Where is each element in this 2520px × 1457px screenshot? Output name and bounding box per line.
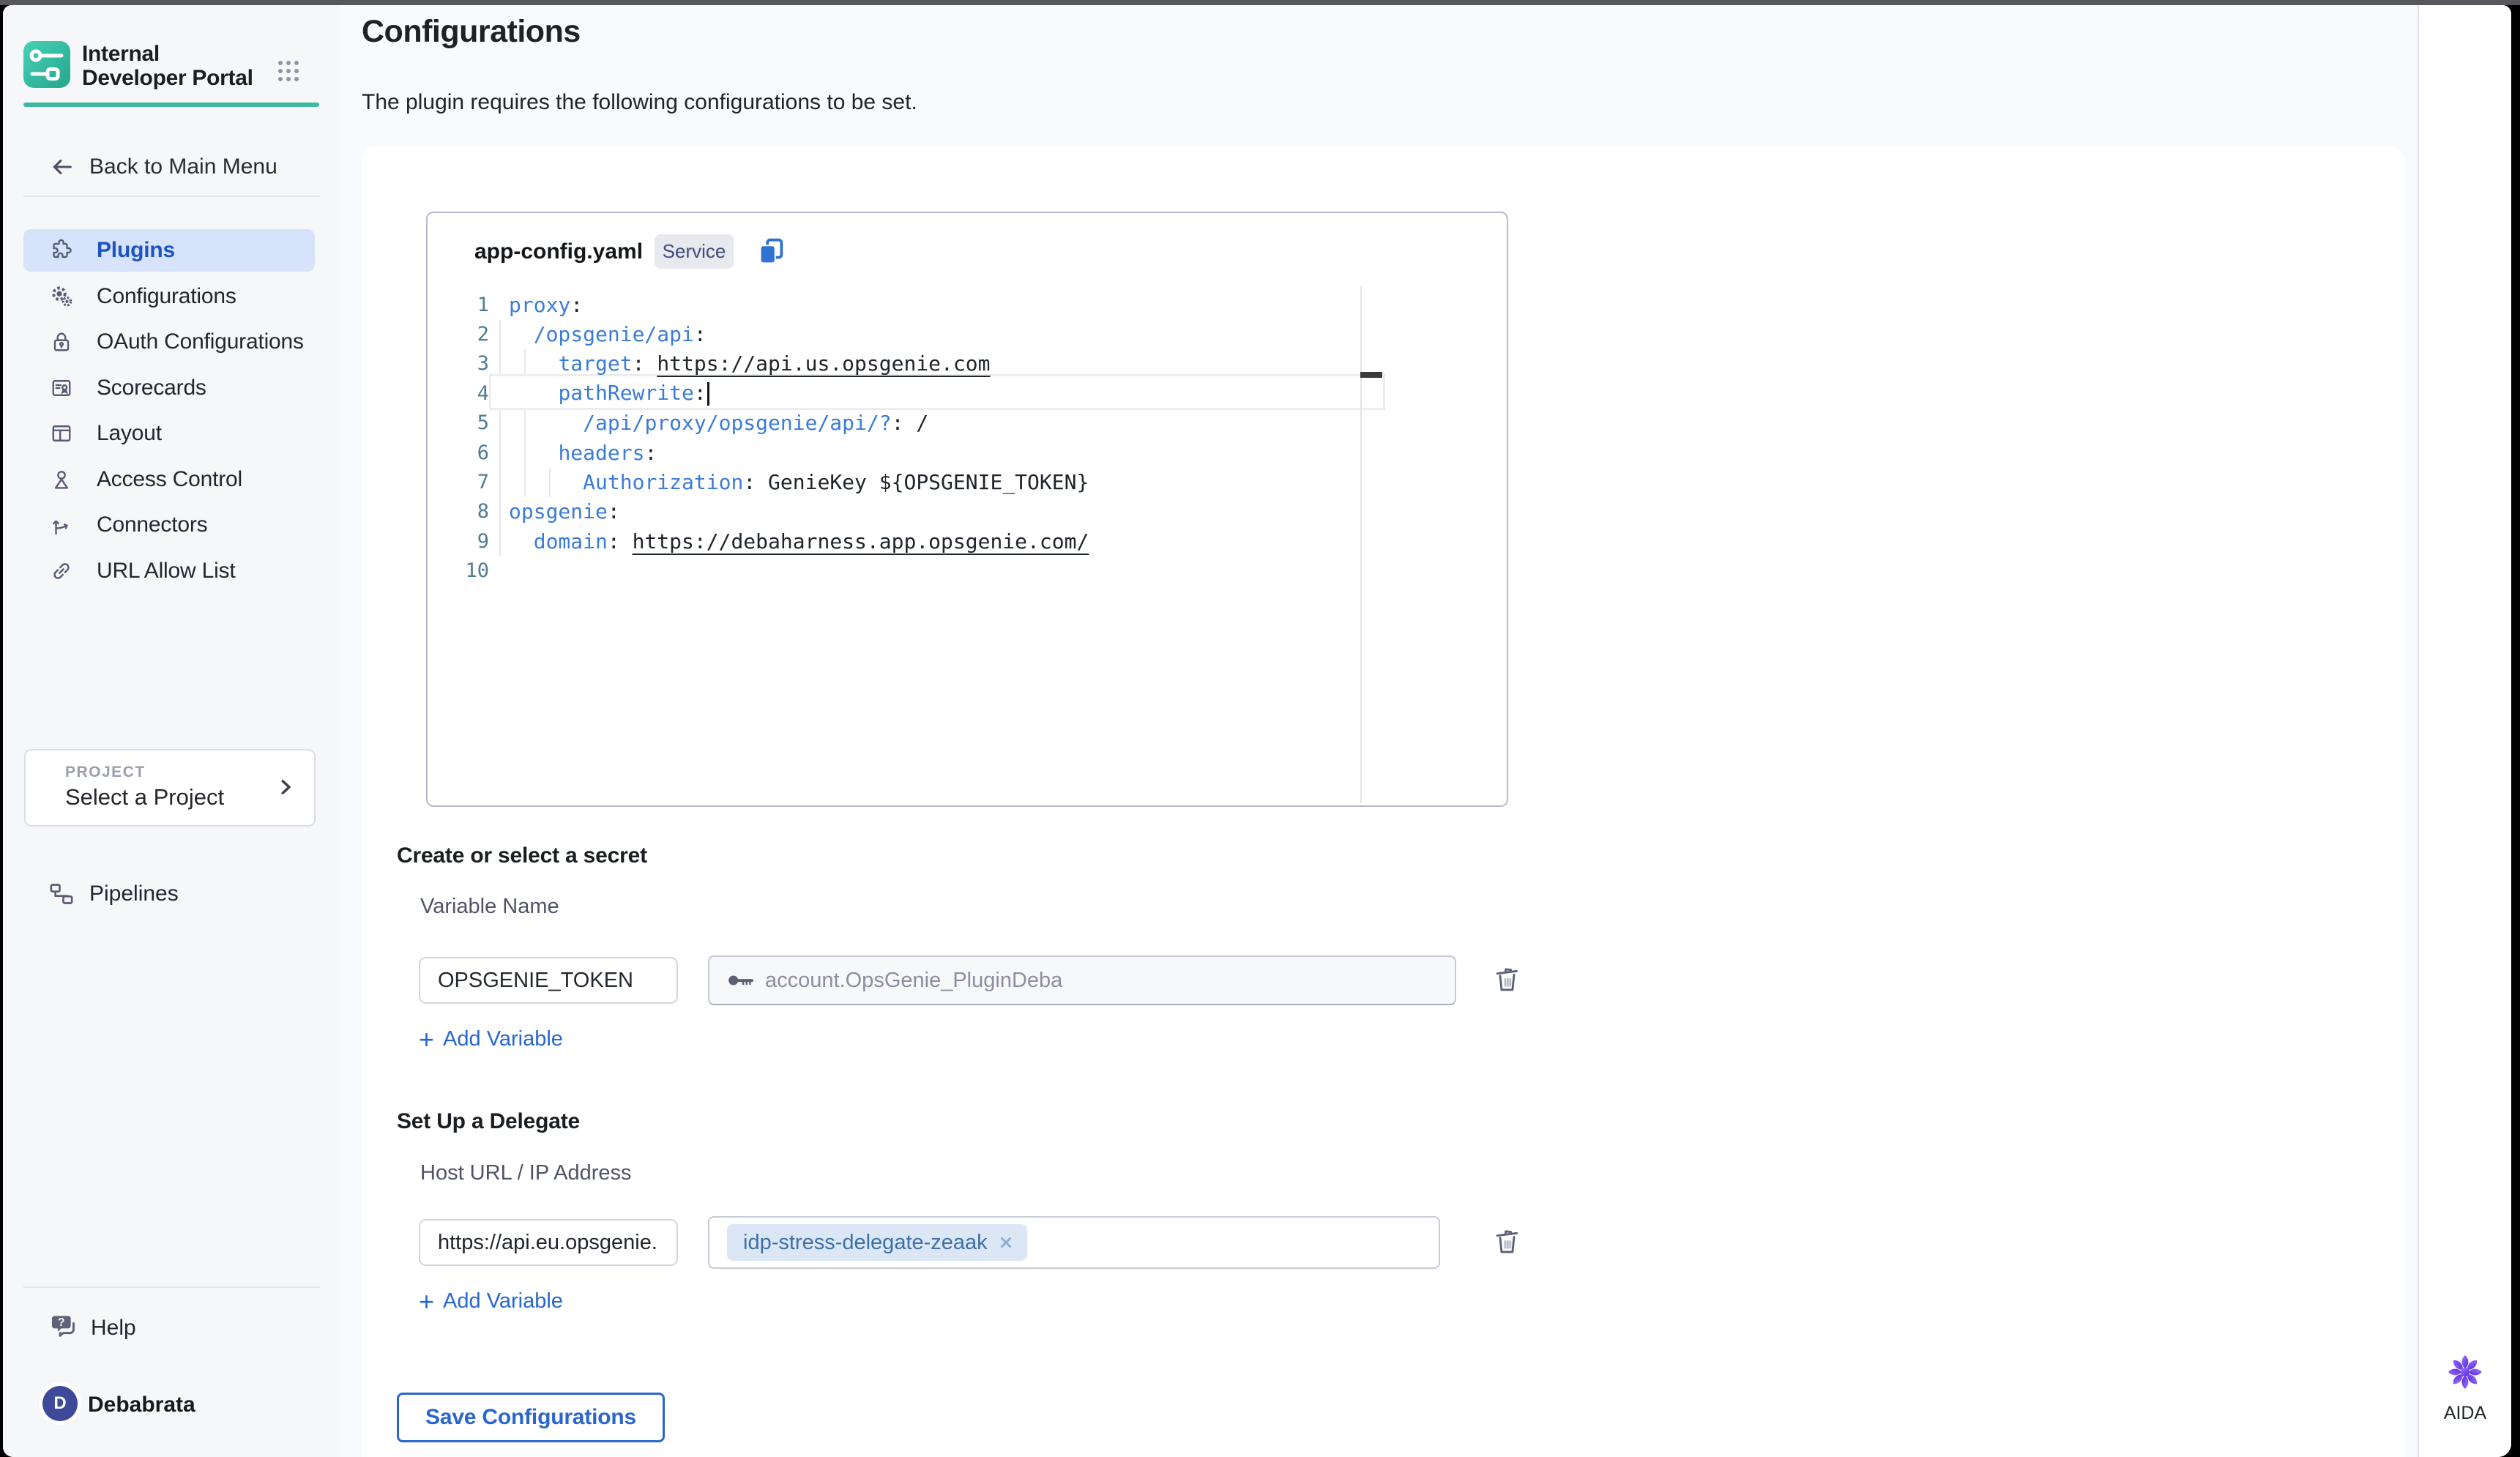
divider [23,1286,320,1288]
code-line[interactable]: 2 /opsgenie/api: [428,319,1357,349]
sidebar-item-pipelines[interactable]: Pipelines [3,875,340,913]
window-top-edge [0,0,2520,5]
delegate-section-heading: Set Up a Delegate [397,1109,580,1134]
variable-name-label: Variable Name [420,895,559,919]
secret-value: account.OpsGenie_PluginDeba [765,969,1062,993]
right-rail: AIDA [2418,5,2511,1457]
secret-select-field[interactable]: account.OpsGenie_PluginDeba [708,955,1456,1005]
scrollbar-thumb[interactable] [1360,372,1382,378]
plus-icon: + [419,1291,434,1313]
person-icon [48,466,75,493]
sidebar-item-connectors[interactable]: Connectors [23,504,315,546]
yaml-editor-card: app-config.yaml Service 1proxy:2 /opsgen… [426,212,1508,807]
project-label: PROJECT [65,764,146,781]
divider [23,195,320,197]
trash-icon[interactable] [1491,962,1524,996]
sidebar-item-label: Plugins [97,238,175,263]
plus-icon: + [419,1029,434,1051]
main-content: Configurations The plugin requires the f… [340,5,2422,1457]
code-lines[interactable]: 1proxy:2 /opsgenie/api:3 target: https:/… [428,290,1357,586]
sidebar-item-label: Scorecards [97,376,206,400]
avatar: D [42,1386,78,1421]
host-url-input[interactable] [419,1219,678,1266]
app-window: Internal Developer Portal Back to Main M… [3,5,2511,1457]
add-variable-label: Add Variable [443,1027,563,1051]
link-icon [48,558,75,584]
code-line[interactable]: 4 pathRewrite: [428,379,1357,408]
page-subtitle: The plugin requires the following config… [362,90,917,115]
sidebar-item-url-allow-list[interactable]: URL Allow List [23,550,315,592]
lock-icon [48,329,75,355]
aida-flower-icon [2445,1352,2485,1392]
sidebar-item-oauth-configurations[interactable]: OAuth Configurations [23,321,315,363]
help-chat-icon: ? [48,1310,81,1344]
sidebar-item-plugins[interactable]: Plugins [23,229,315,272]
sidebar-item-label: URL Allow List [97,559,236,584]
sidebar-item-label: Layout [97,421,162,446]
add-variable-button[interactable]: + Add Variable [419,1027,563,1051]
aida-button[interactable]: AIDA [2419,1352,2511,1424]
sidebar-item-scorecards[interactable]: Scorecards [23,367,315,409]
svg-text:?: ? [58,1316,65,1329]
scorecard-icon [48,375,75,401]
configurations-panel: app-config.yaml Service 1proxy:2 /opsgen… [362,146,2404,1457]
sidebar-item-label: Connectors [97,513,207,537]
project-selector[interactable]: PROJECT Select a Project [24,749,316,827]
code-line[interactable]: 3 target: https://api.us.opsgenie.com [428,349,1357,379]
code-line[interactable]: 8opsgenie: [428,497,1357,526]
add-variable-button[interactable]: + Add Variable [419,1289,563,1313]
sidebar: Internal Developer Portal Back to Main M… [3,5,340,1457]
sidebar-item-label: Configurations [97,284,236,309]
pipeline-icon [47,879,76,909]
sidebar-item-label: Access Control [97,467,242,492]
key-icon [727,968,756,993]
code-line[interactable]: 10 [428,556,1357,586]
close-icon[interactable] [998,1234,1014,1251]
code-line[interactable]: 5 /api/proxy/opsgenie/api/?: / [428,409,1357,438]
page-title: Configurations [362,14,581,50]
code-line[interactable]: 6 headers: [428,438,1357,467]
code-line[interactable]: 1proxy: [428,290,1357,319]
back-to-main-menu[interactable]: Back to Main Menu [3,149,340,185]
add-variable-label: Add Variable [443,1289,563,1313]
puzzle-icon [48,237,75,264]
project-value: Select a Project [65,784,224,811]
sidebar-item-configurations[interactable]: Configurations [23,275,315,318]
save-configurations-button[interactable]: Save Configurations [397,1393,665,1442]
chevron-right-icon [275,775,297,799]
service-badge: Service [655,234,734,269]
back-arrow-icon [48,154,76,179]
variable-name-input[interactable] [419,957,678,1004]
trash-icon[interactable] [1491,1224,1524,1258]
user-menu[interactable]: D Debabrata [3,1385,340,1428]
sidebar-item-layout[interactable]: Layout [23,412,315,455]
code-line[interactable]: 7 Authorization: GenieKey ${OPSGENIE_TOK… [428,467,1357,496]
help-label: Help [91,1316,136,1341]
code-line[interactable]: 9 domain: https://debaharness.app.opsgen… [428,526,1357,556]
apps-grid-icon[interactable] [275,58,302,84]
back-label: Back to Main Menu [89,154,277,179]
filename: app-config.yaml [474,239,643,264]
brand-title: Internal Developer Portal [82,42,265,90]
secret-section-heading: Create or select a secret [397,843,647,868]
app-logo-icon [23,41,70,88]
editor-scroll-divider [1360,286,1362,803]
copy-icon[interactable] [754,234,788,269]
delegate-chip-label: idp-stress-delegate-zeaak [743,1231,988,1255]
delegate-tags-field[interactable]: idp-stress-delegate-zeaak [708,1216,1440,1269]
layout-icon [48,420,75,447]
pipelines-label: Pipelines [89,882,179,906]
brand-underline [23,103,319,107]
help-button[interactable]: ? Help [3,1308,340,1346]
host-url-label: Host URL / IP Address [420,1161,632,1185]
gears-icon [48,283,75,310]
delegate-chip: idp-stress-delegate-zeaak [727,1224,1027,1261]
branch-arrows-icon [48,512,75,538]
user-name: Debabrata [88,1393,195,1417]
sidebar-item-access-control[interactable]: Access Control [23,458,315,501]
aida-label: AIDA [2419,1403,2511,1424]
sidebar-item-label: OAuth Configurations [97,329,304,354]
